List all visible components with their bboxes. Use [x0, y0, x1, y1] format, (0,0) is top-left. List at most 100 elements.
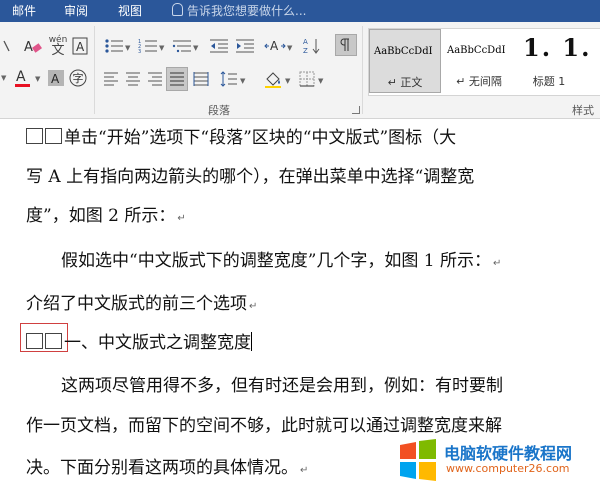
phonetic-char-icon: 文: [51, 42, 65, 58]
increase-indent-icon: [236, 39, 254, 53]
tell-me-search[interactable]: 告诉我您想要做什么...: [172, 3, 306, 19]
text-cursor: [251, 332, 252, 351]
ribbon: A wén 文 A ▼ A ▼ A 字 ▼ 123 ▼ ▼ A ▼ AZ ▼ ▼…: [0, 22, 600, 119]
sort-button[interactable]: AZ: [301, 36, 323, 56]
doc-line-1: 单击“开始”选项下“段落”区块的“中文版式”图标（大: [26, 123, 456, 148]
align-left-button[interactable]: [100, 68, 122, 90]
placeholder-boxes: [26, 128, 64, 148]
shading-button[interactable]: [262, 68, 284, 90]
svg-text:字: 字: [73, 71, 84, 85]
character-border-button[interactable]: A: [71, 36, 89, 56]
borders-dropdown[interactable]: ▼: [318, 77, 323, 85]
align-center-button[interactable]: [122, 68, 144, 90]
svg-text:A: A: [24, 40, 33, 55]
group-separator: [362, 26, 363, 114]
borders-button[interactable]: [296, 68, 318, 90]
multilevel-list-button[interactable]: [168, 36, 196, 56]
enclose-characters-button[interactable]: 字: [68, 67, 88, 89]
paragraph-mark-icon: ↵: [249, 301, 258, 312]
doc-line-3: 度”，如图 2 所示： ↵: [26, 201, 186, 226]
doc-line-4-text: 假如选中“中文版式下的调整宽度”几个字，如图 1 所示：: [61, 251, 492, 271]
justify-button[interactable]: [166, 67, 188, 91]
align-right-icon: [148, 72, 162, 86]
group-separator: [94, 26, 95, 114]
ribbon-tab-bar: 邮件 审阅 视图 告诉我您想要做什么...: [0, 0, 600, 22]
doc-line-1-text: 单击“开始”选项下“段落”区块的“中文版式”图标（大: [64, 128, 457, 148]
enclose-characters-icon: 字: [69, 69, 87, 87]
highlight-dropdown-fragment[interactable]: ▼: [0, 67, 10, 89]
align-center-icon: [126, 72, 140, 86]
svg-text:Z: Z: [303, 47, 308, 55]
document-page[interactable]: 单击“开始”选项下“段落”区块的“中文版式”图标（大 写 A 上有指向两边箭头的…: [0, 119, 600, 486]
doc-heading-text: 一、中文版式之调整宽度: [64, 333, 251, 353]
doc-heading: 一、中文版式之调整宽度: [26, 328, 252, 353]
tab-mailings[interactable]: 邮件: [12, 3, 36, 19]
show-hide-marks-button[interactable]: [335, 34, 357, 56]
paragraph-mark-icon: ↵: [300, 465, 309, 476]
align-left-icon: [104, 72, 118, 86]
numbering-icon: 123: [138, 39, 157, 54]
paragraph-mark-icon: ↵: [177, 213, 186, 224]
svg-text:A: A: [51, 72, 60, 86]
doc-line-8: 作一页文档，而留下的空间不够，此时就可以通过调整宽度来解: [26, 416, 502, 436]
distributed-icon: [193, 72, 209, 86]
svg-text:3: 3: [138, 49, 141, 54]
shading-dropdown[interactable]: ▼: [285, 77, 290, 85]
style-sample: AaBbCcDdI: [374, 46, 433, 57]
font-color-icon: A: [15, 69, 30, 87]
svg-text:A: A: [76, 40, 85, 54]
font-size-decrease-fragment[interactable]: [2, 36, 12, 56]
placeholder-boxes: [26, 333, 64, 353]
style-name: ↵ 无间隔: [456, 75, 502, 88]
doc-line-5: 介绍了中文版式的前三个选项 ↵: [26, 289, 257, 314]
paragraph-mark-icon: [340, 38, 349, 51]
doc-line-2: 写 A 上有指向两边箭头的哪个），在弹出菜单中选择“调整宽: [26, 167, 475, 187]
character-shading-button[interactable]: A: [46, 67, 66, 89]
chinese-layout-icon: A: [264, 39, 286, 53]
lightbulb-icon: [172, 3, 183, 16]
justify-icon: [170, 72, 184, 86]
style-normal[interactable]: AaBbCcDdI ↵ 正文: [369, 29, 441, 93]
bullets-dropdown[interactable]: ▼: [125, 44, 130, 52]
svg-text:A: A: [16, 69, 26, 85]
svg-text:A: A: [270, 39, 279, 53]
align-right-button[interactable]: [144, 68, 166, 90]
watermark: 电脑软硬件教程网 www.computer26.com: [398, 437, 600, 486]
tell-me-text: 告诉我您想要做什么...: [187, 4, 307, 18]
distributed-button[interactable]: [190, 68, 212, 90]
line-spacing-icon: [220, 71, 237, 87]
tab-review[interactable]: 审阅: [64, 3, 88, 19]
windows-logo-icon: [400, 439, 436, 481]
clear-formatting-button[interactable]: A: [22, 36, 44, 56]
borders-icon: [299, 71, 315, 87]
doc-line-3-text: 度”，如图 2 所示：: [26, 206, 176, 226]
decrease-indent-button[interactable]: [207, 36, 231, 56]
font-color-dropdown[interactable]: ▼: [35, 75, 40, 83]
font-color-button[interactable]: A: [12, 66, 34, 90]
decrease-indent-icon: [210, 39, 228, 53]
paragraph-dialog-launcher[interactable]: [352, 106, 360, 114]
paint-bucket-icon: [265, 72, 281, 88]
svg-text:A: A: [303, 38, 308, 46]
bullets-button[interactable]: [100, 36, 128, 56]
chinese-layout-button[interactable]: A: [263, 36, 287, 56]
doc-line-9: 决。下面分别看这两项的具体情况。 ↵: [26, 453, 308, 478]
multilevel-list-dropdown[interactable]: ▼: [193, 44, 198, 52]
numbering-button[interactable]: 123: [134, 36, 162, 56]
tab-view[interactable]: 视图: [118, 3, 142, 19]
line-spacing-dropdown[interactable]: ▼: [240, 77, 245, 85]
paragraph-group-label: 段落: [208, 104, 230, 117]
line-spacing-button[interactable]: [218, 68, 240, 90]
style-no-spacing[interactable]: AaBbCcDdI ↵ 无间隔: [443, 29, 515, 93]
paragraph-mark-icon: ↵: [493, 258, 502, 269]
chinese-layout-dropdown[interactable]: ▼: [287, 44, 292, 52]
numbering-dropdown[interactable]: ▼: [159, 44, 164, 52]
doc-line-4: 假如选中“中文版式下的调整宽度”几个字，如图 1 所示： ↵: [61, 246, 501, 271]
styles-group-label: 样式: [572, 104, 594, 117]
style-name: 标题 1: [532, 75, 566, 88]
phonetic-guide-button[interactable]: wén 文: [47, 35, 69, 57]
style-heading-1[interactable]: 1. 1. 标题 1: [517, 29, 600, 93]
increase-indent-button[interactable]: [233, 36, 257, 56]
character-border-icon: A: [72, 37, 88, 55]
bullets-icon: [105, 39, 123, 53]
